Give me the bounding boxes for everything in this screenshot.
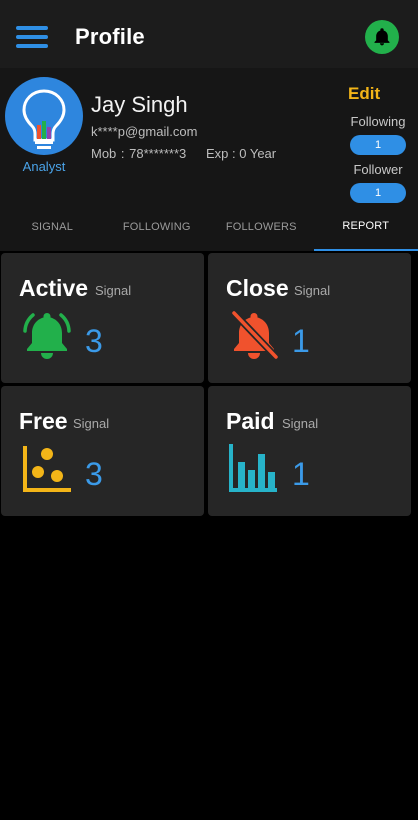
following-count-button[interactable]: 1 <box>350 135 406 155</box>
user-mobile: Mob : 78*******3 <box>91 146 187 161</box>
avatar[interactable] <box>5 77 83 155</box>
role-label: Analyst <box>22 159 66 174</box>
tab-signal[interactable]: SIGNAL <box>0 203 105 251</box>
card-title: Free <box>19 408 68 434</box>
card-count: 1 <box>292 323 310 359</box>
paid-signal-card[interactable]: Paid Signal 1 <box>208 386 411 516</box>
lightbulb-icon <box>22 89 66 149</box>
edit-button[interactable]: Edit <box>348 84 380 104</box>
free-signal-card[interactable]: Free Signal 3 <box>1 386 204 516</box>
following-label: Following <box>350 114 406 129</box>
card-subtitle: Signal <box>282 416 319 431</box>
bell-icon <box>374 28 390 46</box>
close-signal-card[interactable]: Close Signal 1 <box>208 253 411 383</box>
user-email: k****p@gmail.com <box>91 124 198 139</box>
card-title: Active <box>19 275 89 301</box>
page-title: Profile <box>75 24 145 49</box>
hamburger-menu-icon[interactable] <box>16 24 48 48</box>
tab-following[interactable]: FOLLOWING <box>105 203 210 251</box>
tab-followers[interactable]: FOLLOWERS <box>209 203 314 251</box>
card-subtitle: Signal <box>95 283 132 298</box>
notification-bell-button[interactable] <box>365 20 399 54</box>
card-count: 3 <box>85 323 103 359</box>
user-experience: Exp : 0 Year <box>206 146 277 161</box>
tab-report[interactable]: REPORT <box>313 203 418 251</box>
card-subtitle: Signal <box>294 283 331 298</box>
card-count: 1 <box>292 456 310 492</box>
bell-off-icon <box>231 310 279 360</box>
bar-chart-icon <box>229 444 277 492</box>
card-subtitle: Signal <box>73 416 110 431</box>
ringing-bell-icon <box>23 313 71 359</box>
follower-count-button[interactable]: 1 <box>350 183 406 203</box>
card-title: Paid <box>226 408 275 434</box>
app-bar: Profile <box>0 0 418 68</box>
active-signal-card[interactable]: Active Signal 3 <box>1 253 204 383</box>
card-count: 3 <box>85 456 103 492</box>
user-name: Jay Singh <box>91 92 188 117</box>
scatter-chart-icon <box>23 446 71 492</box>
follower-label: Follower <box>353 162 403 177</box>
profile-tabs: SIGNAL FOLLOWING FOLLOWERS REPORT <box>0 203 418 251</box>
card-title: Close <box>226 275 289 301</box>
